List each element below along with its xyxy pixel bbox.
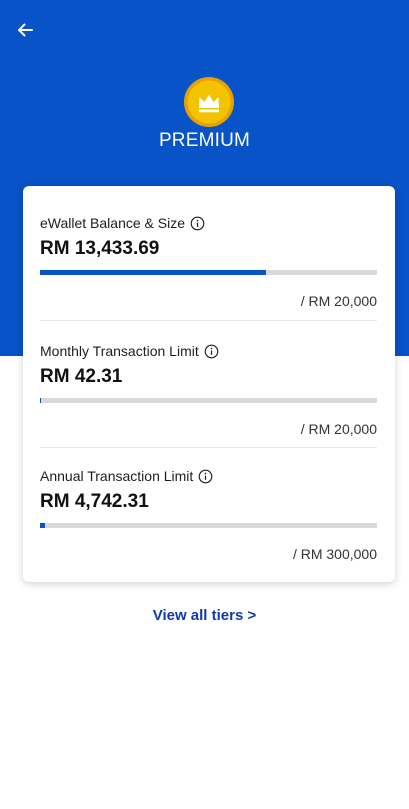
arrow-left-icon — [18, 23, 33, 37]
limit-title: Annual Transaction Limit — [40, 468, 194, 484]
monthly-limit-section: Monthly Transaction Limit RM 42.31 / RM … — [40, 343, 377, 437]
limit-title: Monthly Transaction Limit — [40, 343, 199, 359]
progress-fill — [40, 270, 267, 275]
limit-max: / RM 20,000 — [300, 293, 377, 309]
ewallet-balance-section: eWallet Balance & Size RM 13,433.69 / RM… — [40, 215, 377, 309]
limit-value: RM 42.31 — [40, 366, 123, 387]
limits-card: eWallet Balance & Size RM 13,433.69 / RM… — [23, 186, 395, 582]
tier-screen: PREMIUM eWallet Balance & Size RM 13,433… — [0, 0, 409, 809]
annual-limit-section: Annual Transaction Limit RM 4,742.31 / R… — [40, 468, 377, 562]
crown-icon — [184, 77, 234, 127]
progress-track — [40, 398, 377, 403]
info-icon[interactable] — [204, 344, 219, 359]
divider — [40, 447, 377, 448]
limit-value: RM 4,742.31 — [40, 491, 149, 512]
limit-max: / RM 20,000 — [300, 421, 377, 437]
progress-fill — [40, 398, 41, 403]
tier-name: PREMIUM — [158, 130, 251, 151]
progress-fill — [40, 523, 46, 528]
info-icon[interactable] — [198, 469, 213, 484]
limit-max: / RM 300,000 — [292, 546, 377, 562]
progress-track — [40, 523, 377, 528]
back-button[interactable] — [12, 17, 38, 43]
progress-track — [40, 270, 377, 275]
view-all-tiers-link[interactable]: View all tiers > — [0, 607, 409, 624]
info-icon[interactable] — [190, 216, 205, 231]
divider — [40, 320, 377, 321]
limit-value: RM 13,433.69 — [40, 238, 160, 259]
limit-title: eWallet Balance & Size — [40, 215, 185, 231]
